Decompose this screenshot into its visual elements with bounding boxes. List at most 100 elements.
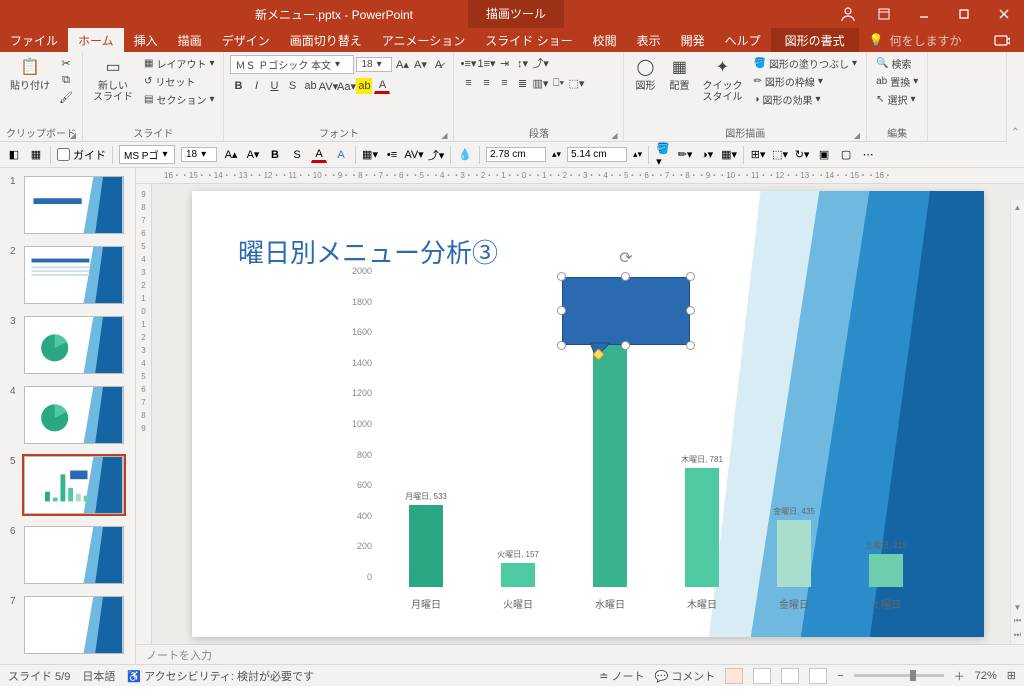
slide-thumbnail-5[interactable]: 5 [0, 454, 135, 524]
slideshow-view[interactable] [809, 668, 827, 684]
qat-effects[interactable]: ◑▾ [699, 147, 715, 163]
sorter-view[interactable] [753, 668, 771, 684]
qat-outline[interactable]: ✏▾ [677, 147, 693, 163]
char-spacing[interactable]: AV▾ [320, 78, 336, 94]
tab-design[interactable]: デザイン [212, 28, 280, 52]
bold-button[interactable]: B [230, 78, 246, 94]
qat-fontcolor[interactable]: A [311, 147, 327, 163]
normal-view[interactable] [725, 668, 743, 684]
increase-font[interactable]: A▴ [394, 57, 410, 73]
zoom-level[interactable]: 72% [975, 670, 997, 682]
shape-effects[interactable]: ◑図形の効果▾ [750, 91, 860, 108]
qat-eyedrop[interactable]: 💧 [457, 147, 473, 163]
slide-canvas[interactable]: 曜日別メニュー分析③ 02004006008001000120014001600… [192, 191, 984, 637]
comments-toggle[interactable]: 💬 コメント [655, 668, 716, 684]
zoom-in[interactable]: ＋ [954, 668, 965, 684]
tab-transitions[interactable]: 画面切り替え [280, 28, 372, 52]
copy-button[interactable]: ⧉ [58, 72, 74, 88]
qat-bold[interactable]: B [267, 147, 283, 163]
qat-grow[interactable]: A▴ [223, 147, 239, 163]
font-color[interactable]: A [374, 78, 390, 94]
text-direction[interactable]: ⤴▾ [532, 55, 548, 71]
new-slide-button[interactable]: ▭ 新しい スライド [89, 55, 137, 105]
format-painter[interactable]: 🖌 [58, 89, 74, 105]
qat-btn1[interactable]: ◧ [6, 147, 22, 163]
clear-format[interactable]: A̷ [430, 57, 446, 73]
select-button[interactable]: ↖選択▾ [873, 91, 921, 108]
tab-home[interactable]: ホーム [68, 28, 124, 52]
slide-thumbnail-3[interactable]: 3 [0, 314, 135, 384]
dialog-launcher-icon[interactable]: ◢ [70, 131, 76, 140]
tab-view[interactable]: 表示 [627, 28, 671, 52]
align-center[interactable]: ≡ [478, 75, 494, 91]
rotate-handle[interactable]: ⟳ [619, 251, 633, 265]
notes-pane[interactable]: ノートを入力 [136, 644, 1024, 664]
slide-thumbnails[interactable]: 12345678 [0, 168, 136, 664]
strike-button[interactable]: S [284, 78, 300, 94]
qat-font-name[interactable]: MS Pゴ▾ [119, 145, 175, 164]
shadow-button[interactable]: ab [302, 78, 318, 94]
reset-button[interactable]: ↺リセット [141, 73, 217, 90]
qat-btn2[interactable]: ▦ [28, 147, 44, 163]
list-level[interactable]: ⇥ [496, 55, 512, 71]
shape-fill[interactable]: 🪣図形の塗りつぶし▾ [750, 55, 860, 72]
shapes-button[interactable]: ◯図形 [630, 55, 660, 94]
slide-thumbnail-2[interactable]: 2 [0, 244, 135, 314]
share-button[interactable] [980, 28, 1024, 52]
line-spacing[interactable]: ↕▾ [514, 55, 530, 71]
qat-bullets[interactable]: •≡ [384, 147, 400, 163]
tell-me-search[interactable]: 💡 何をしますか [869, 28, 962, 52]
slide-thumbnail-6[interactable]: 6 [0, 524, 135, 594]
qat-font-size[interactable]: 18▾ [181, 147, 217, 162]
section-button[interactable]: ▤セクション▾ [141, 91, 217, 108]
qat-dir[interactable]: ⤴▾ [428, 147, 444, 163]
reading-view[interactable] [781, 668, 799, 684]
dialog-launcher-icon[interactable]: ◢ [611, 131, 617, 140]
columns[interactable]: ▥▾ [532, 75, 548, 91]
slide-thumbnail-4[interactable]: 4 [0, 384, 135, 454]
paste-button[interactable]: 📋 貼り付け [6, 55, 54, 94]
justify[interactable]: ≣ [514, 75, 530, 91]
decrease-font[interactable]: A▾ [412, 57, 428, 73]
tab-file[interactable]: ファイル [0, 28, 68, 52]
notes-toggle[interactable]: ≐ ノート [599, 668, 644, 684]
shape-width[interactable]: 5.14 cm [567, 147, 627, 162]
qat-wordart[interactable]: A [333, 147, 349, 163]
shape-height[interactable]: 2.78 cm [486, 147, 546, 162]
bullets[interactable]: •≡▾ [460, 55, 476, 71]
qat-layout[interactable]: ▦▾ [362, 147, 378, 163]
font-name-combo[interactable]: ＭＳ Ｐゴシック 本文▾ [230, 55, 354, 74]
layout-button[interactable]: ▦レイアウト▾ [141, 55, 217, 72]
slide-thumbnail-7[interactable]: 7 [0, 594, 135, 664]
zoom-out[interactable]: − [837, 670, 843, 682]
arrange-button[interactable]: ▦配置 [664, 55, 694, 94]
qat-arrange[interactable]: ▦▾ [721, 147, 737, 163]
tab-review[interactable]: 校閲 [583, 28, 627, 52]
dialog-launcher-icon[interactable]: ◢ [441, 131, 447, 140]
quick-styles[interactable]: ✦クイック スタイル [698, 55, 746, 105]
tab-draw[interactable]: 描画 [168, 28, 212, 52]
minimize-button[interactable] [904, 0, 944, 28]
qat-rotate[interactable]: ↻▾ [794, 147, 810, 163]
slide-title[interactable]: 曜日別メニュー分析③ [238, 233, 498, 270]
account-icon[interactable] [832, 0, 864, 28]
qat-strike[interactable]: S [289, 147, 305, 163]
qat-fill[interactable]: 🪣▾ [655, 147, 671, 163]
smartart[interactable]: ⬚▾ [568, 75, 584, 91]
qat-group[interactable]: ⬚▾ [772, 147, 788, 163]
qat-front[interactable]: ▣ [816, 147, 832, 163]
qat-back[interactable]: ▢ [838, 147, 854, 163]
collapse-ribbon[interactable]: ⌃ [1006, 52, 1024, 142]
slide-stage[interactable]: 曜日別メニュー分析③ 02004006008001000120014001600… [152, 184, 1024, 644]
language-status[interactable]: 日本語 [82, 668, 115, 684]
qat-align[interactable]: ⊞▾ [750, 147, 766, 163]
accessibility-status[interactable]: ♿ アクセシビリティ: 検討が必要です [127, 668, 314, 684]
qat-shrink[interactable]: A▾ [245, 147, 261, 163]
selected-callout-shape[interactable]: ⟳ [562, 277, 690, 345]
slide-thumbnail-1[interactable]: 1 [0, 174, 135, 244]
highlight[interactable]: ab [356, 78, 372, 94]
fit-window[interactable]: ⊞ [1007, 669, 1016, 682]
tab-slideshow[interactable]: スライド ショー [475, 28, 582, 52]
close-button[interactable] [984, 0, 1024, 28]
tab-developer[interactable]: 開発 [671, 28, 715, 52]
